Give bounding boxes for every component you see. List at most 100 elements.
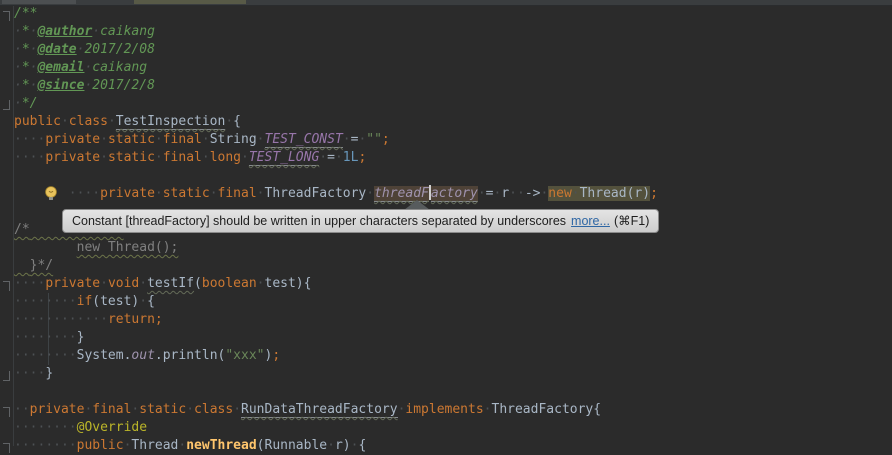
code-token: ········System. (14, 348, 131, 363)
code-line[interactable]: new Thread(); (14, 239, 892, 257)
whitespace-dot: · (155, 186, 163, 201)
whitespace-dot: · (69, 330, 77, 345)
code-token: Thread(r) (580, 186, 650, 201)
whitespace-dot: · (241, 150, 249, 165)
code-line[interactable]: public·class·TestInspection·{ (14, 113, 892, 131)
code-token: ·*· (14, 60, 37, 75)
tooltip-text: Constant [threadFactory] should be writt… (72, 214, 566, 228)
code-line[interactable]: ········System.out.println("xxx"); (14, 347, 892, 365)
code-line[interactable]: ········if(test)·{ (14, 293, 892, 311)
code-line[interactable]: ·*/ (14, 95, 892, 113)
code-token: public·class· (14, 114, 116, 129)
code-line[interactable]: ····private·void·testIf(boolean·test){ (14, 275, 892, 293)
whitespace-dot: · (22, 294, 30, 309)
whitespace-dot: · (335, 150, 343, 165)
whitespace-dot: · (61, 294, 69, 309)
code-line[interactable]: ········@Override (14, 419, 892, 437)
whitespace-dot: · (14, 402, 22, 417)
code-token: ·=· (319, 150, 342, 165)
more-link[interactable]: more... (571, 214, 610, 228)
whitespace-dot: · (22, 132, 30, 147)
whitespace-dot: · (61, 330, 69, 345)
whitespace-dot: · (22, 150, 30, 165)
code-token: @author (37, 24, 92, 39)
code-token: /* (14, 222, 30, 237)
whitespace-dot: · (45, 294, 53, 309)
whitespace-dot: · (14, 42, 22, 57)
code-token: ·{ (225, 114, 241, 129)
code-token: "xxx" (225, 348, 264, 363)
code-token: ····private·static·final· (14, 132, 210, 147)
code-line[interactable]: /** (14, 5, 892, 23)
tab-segment[interactable] (2, 0, 76, 4)
active-tab-indicator[interactable] (134, 0, 246, 4)
code-line[interactable]: ·*·@since·2017/2/8 (14, 77, 892, 95)
whitespace-dot: · (45, 348, 53, 363)
whitespace-dot: · (37, 366, 45, 381)
whitespace-dot: · (53, 294, 61, 309)
code-token: ThreadFactory· (265, 186, 375, 201)
fold-marker-end-icon[interactable] (3, 371, 10, 381)
code-token: return; (108, 312, 163, 327)
code-token: new Thread(); (77, 240, 179, 255)
code-token: new· (548, 186, 579, 201)
code-token: ·2017/2/08 (77, 42, 155, 57)
whitespace-dot: · (14, 96, 22, 111)
gutter (0, 5, 14, 446)
whitespace-dot: · (92, 24, 100, 39)
code-token: @since (37, 78, 84, 93)
whitespace-dot: · (77, 42, 85, 57)
code-line[interactable]: ············return; (14, 311, 892, 329)
fold-marker-start-icon[interactable] (3, 407, 10, 417)
whitespace-dot: · (257, 132, 265, 147)
code-line[interactable]: ·*·@date·2017/2/08 (14, 41, 892, 59)
whitespace-dot: · (22, 312, 30, 327)
code-token: test){ (265, 276, 312, 291)
code-token: private·void· (45, 276, 147, 291)
code-line[interactable]: ··private·final·static·class·RunDataThre… (14, 401, 892, 419)
code-line[interactable]: ····private·static·final·String·TEST_CON… (14, 131, 892, 149)
code-line[interactable]: ·*·@author·caikang (14, 23, 892, 41)
fold-marker-start-icon[interactable] (3, 281, 10, 291)
code-line[interactable] (14, 167, 892, 185)
code-token: boolean· (202, 276, 265, 291)
whitespace-dot: · (186, 402, 194, 417)
code-line[interactable]: ·*·@email·caikang (14, 59, 892, 77)
whitespace-dot: · (100, 312, 108, 327)
code-line[interactable]: ········public·Thread·newThread(Runnable… (14, 437, 892, 455)
whitespace-dot: · (22, 402, 30, 417)
code-token: ThreadFactory{ (492, 402, 602, 417)
whitespace-dot: · (509, 186, 517, 201)
code-token: ; (272, 348, 280, 363)
fold-marker-end-icon[interactable] (3, 100, 10, 110)
whitespace-dot: · (45, 330, 53, 345)
code-token: ·=· (343, 132, 366, 147)
whitespace-dot: · (61, 420, 69, 435)
code-line[interactable]: ········} (14, 329, 892, 347)
code-line[interactable]: ····private·static·final·long·TEST_LONG·… (14, 149, 892, 167)
code-token: ; (358, 150, 366, 165)
whitespace-dot: · (69, 312, 77, 327)
whitespace-dot: · (14, 24, 22, 39)
intention-bulb-icon[interactable] (44, 186, 58, 201)
whitespace-dot: · (257, 186, 265, 201)
code-line[interactable]: ····} (14, 365, 892, 383)
code-token: ········ (14, 420, 77, 435)
code-token: "" (366, 132, 382, 147)
whitespace-dot: · (100, 150, 108, 165)
whitespace-dot: · (14, 150, 22, 165)
whitespace-dot: · (45, 420, 53, 435)
fold-marker-start-icon[interactable] (3, 443, 10, 453)
code-token: .println( (155, 348, 225, 363)
code-line[interactable]: ····private·static·final·ThreadFactory·t… (14, 185, 892, 203)
whitespace-dot: · (37, 132, 45, 147)
code-line[interactable] (14, 383, 892, 401)
code-token: String· (210, 132, 265, 147)
whitespace-dot: · (100, 276, 108, 291)
code-line[interactable]: }*/ (14, 257, 892, 275)
whitespace-dot: · (61, 114, 69, 129)
fold-marker-start-icon[interactable] (3, 11, 10, 21)
code-token: ········} (14, 330, 84, 345)
code-token: RunDataThreadFactory (241, 402, 398, 418)
whitespace-dot: · (69, 294, 77, 309)
